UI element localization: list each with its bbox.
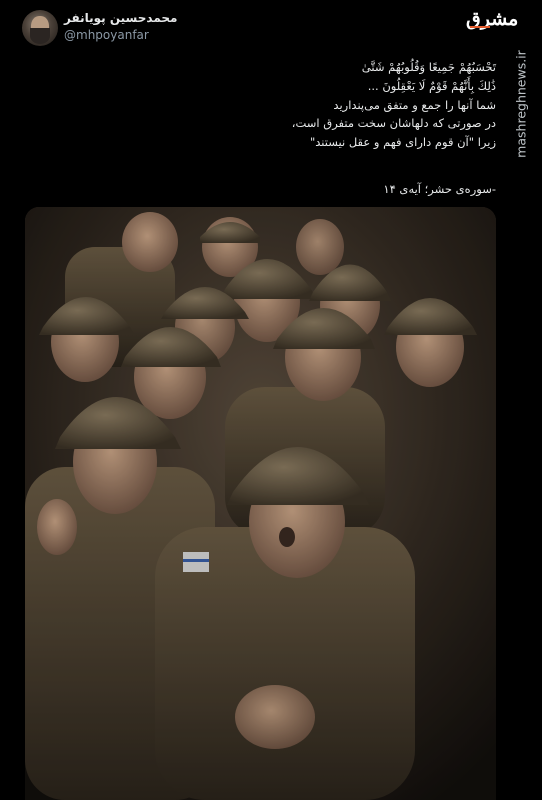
tweet-line: ذَٰلِكَ بِأَنَّهُمْ قَوْمٌ لَا يَعْقِلُو… [367, 78, 496, 93]
logo-accent-bar [470, 26, 490, 28]
user-handle[interactable]: @mhpoyanfar [64, 28, 149, 42]
avatar-beard [30, 28, 50, 44]
watermark-text: mashreghnews.ir [513, 50, 529, 158]
display-name[interactable]: محمدحسین پویانفر [64, 11, 177, 25]
tweet-photo[interactable] [25, 207, 496, 800]
tweet-line: تَحْسَبُهُمْ جَمِيعًا وَقُلُوبُهُمْ شَتَ… [361, 60, 496, 74]
tweet-reference: -سوره‌ی حشر؛ آیه‌ی ۱۴ [383, 181, 496, 196]
tweet-line: در صورتی که دلهاشان سخت متفرق است، [291, 116, 496, 131]
soldiers-photo-icon [25, 207, 496, 800]
tweet-line: شما آنها را جمع و متفق می‌پندارید [333, 97, 496, 112]
tweet-header: محمدحسین پویانفر @mhpoyanfar [0, 0, 542, 50]
site-watermark: mashreghnews.ir [504, 4, 538, 204]
tweet-line: زیرا "آن قوم دارای فهم و عقل نیستند" [309, 135, 496, 150]
profile-avatar[interactable] [22, 10, 58, 46]
tweet-body: تَحْسَبُهُمْ جَمِيعًا وَقُلُوبُهُمْ شَتَ… [270, 58, 496, 199]
